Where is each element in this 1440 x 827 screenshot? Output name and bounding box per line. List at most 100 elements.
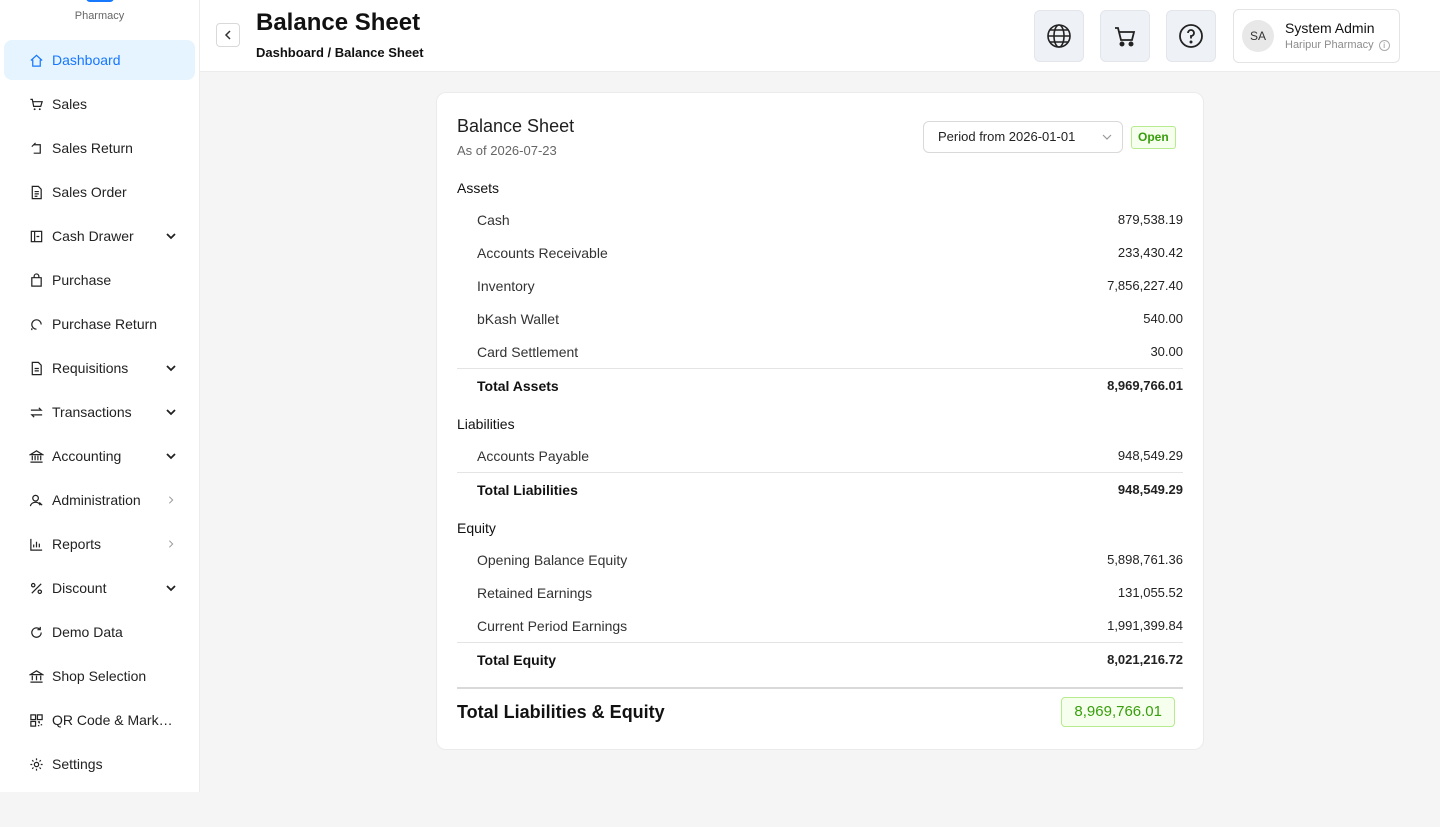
chevron-left-icon <box>224 30 231 40</box>
account-amount: 948,549.29 <box>1117 448 1183 463</box>
chevron-down-icon <box>165 406 177 418</box>
account-row: Accounts Payable 948,549.29 <box>457 439 1183 472</box>
chevron-down-icon <box>1102 134 1112 140</box>
chevron-right-icon <box>165 538 177 550</box>
info-icon: i <box>1378 39 1390 51</box>
brand-subtitle: Pharmacy <box>74 10 125 22</box>
sidebar-item-purchase-return[interactable]: Purchase Return <box>4 304 195 344</box>
sidebar-item-accounting[interactable]: Accounting <box>4 436 195 476</box>
account-row: bKash Wallet 540.00 <box>457 302 1183 335</box>
sidebar-item-label: QR Code & Marketi... <box>52 712 177 728</box>
chevron-right-icon <box>165 494 177 506</box>
question-circle-icon <box>1179 24 1203 48</box>
account-name: Card Settlement <box>477 343 579 360</box>
bar-chart-icon <box>28 536 44 552</box>
sidebar-item-label: Reports <box>52 536 102 552</box>
sidebar-item-label: Purchase Return <box>52 316 158 332</box>
sidebar-item-demo-data[interactable]: Demo Data <box>4 612 195 652</box>
account-row: Accounts Receivable 233,430.42 <box>457 236 1183 269</box>
account-name: Accounts Receivable <box>477 244 608 261</box>
sidebar-item-sales[interactable]: Sales <box>4 84 195 124</box>
sidebar-item-dashboard[interactable]: Dashboard <box>4 40 195 80</box>
bank-icon <box>28 448 44 464</box>
account-row: Retained Earnings 131,055.52 <box>457 576 1183 609</box>
sidebar-item-requisitions[interactable]: Requisitions <box>4 348 195 388</box>
report-title: Balance Sheet <box>457 116 575 136</box>
sidebar-item-sales-return[interactable]: Sales Return <box>4 128 195 168</box>
section-heading: Assets <box>457 180 500 196</box>
sidebar-item-shop-selection[interactable]: Shop Selection <box>4 656 195 696</box>
sidebar-item-settings[interactable]: Settings <box>4 744 195 784</box>
sidebar-item-transactions[interactable]: Transactions <box>4 392 195 432</box>
account-amount: 131,055.52 <box>1117 585 1183 600</box>
sidebar-item-label: Cash Drawer <box>52 228 134 244</box>
section-heading: Equity <box>457 520 496 536</box>
status-badge: Open <box>1131 126 1176 149</box>
section-heading: Liabilities <box>457 416 515 432</box>
rotate-icon <box>28 316 44 332</box>
file-icon <box>28 360 44 376</box>
account-name: Opening Balance Equity <box>477 551 628 568</box>
account-name: Inventory <box>477 277 535 294</box>
sidebar-item-administration[interactable]: Administration <box>4 480 195 520</box>
back-button[interactable] <box>216 23 240 47</box>
account-name: Cash <box>477 211 510 228</box>
chevron-down-icon <box>165 582 177 594</box>
reload-icon <box>28 624 44 640</box>
account-name: bKash Wallet <box>477 310 559 327</box>
breadcrumb: Dashboard / Balance Sheet <box>256 45 424 60</box>
period-select[interactable]: Period from 2026-01-01 <box>923 121 1123 153</box>
sidebar-item-label: Transactions <box>52 404 132 420</box>
account-amount: 540.00 <box>1143 311 1183 326</box>
swap-icon <box>28 404 44 420</box>
user-admin-icon <box>28 492 44 508</box>
account-amount: 1,991,399.84 <box>1107 618 1183 633</box>
globe-icon <box>1047 24 1071 48</box>
top-header: Balance Sheet Dashboard / Balance Sheet … <box>200 0 1440 72</box>
assets-section: Assets Cash 879,538.19 Accounts Receivable… <box>457 173 1183 402</box>
sidebar-item-label: Accounting <box>52 448 122 464</box>
logo-mark <box>85 0 114 2</box>
account-row: Cash 879,538.19 <box>457 203 1183 236</box>
sidebar-item-reports[interactable]: Reports <box>4 524 195 564</box>
cart-button[interactable] <box>1100 10 1150 62</box>
grand-total-row: Total Liabilities & Equity 8,969,766.01 <box>457 687 1183 735</box>
sidebar-item-label: Purchase <box>52 272 112 288</box>
qrcode-icon <box>28 712 44 728</box>
user-shop-label: Haripur Pharmacy <box>1285 39 1374 51</box>
period-select-value: Period from 2026-01-01 <box>938 129 1076 144</box>
total-label: Total Assets <box>477 377 559 394</box>
language-button[interactable] <box>1034 10 1084 62</box>
total-amount: 948,549.29 <box>1117 482 1183 497</box>
shopping-bag-icon <box>28 272 44 288</box>
document-icon <box>28 184 44 200</box>
sidebar-item-sales-order[interactable]: Sales Order <box>4 172 195 212</box>
user-name: System Admin <box>1285 20 1375 36</box>
sidebar-item-discount[interactable]: Discount <box>4 568 195 608</box>
home-icon <box>28 52 44 68</box>
user-shop: Haripur Pharmacy i <box>1285 39 1390 51</box>
sidebar-item-label: Sales Order <box>52 184 127 200</box>
account-amount: 30.00 <box>1150 344 1183 359</box>
total-label: Total Equity <box>477 651 557 668</box>
account-name: Current Period Earnings <box>477 617 628 634</box>
sidebar-item-purchase[interactable]: Purchase <box>4 260 195 300</box>
sidebar-item-label: Discount <box>52 580 107 596</box>
report-as-of: As of 2026-07-23 <box>457 143 557 158</box>
total-label: Total Liabilities <box>477 481 578 498</box>
sidebar-item-cash-drawer[interactable]: Cash Drawer <box>4 216 195 256</box>
brand-logo: Pharmacy <box>0 0 199 40</box>
account-row: Card Settlement 30.00 <box>457 335 1183 368</box>
total-amount: 8,021,216.72 <box>1107 652 1183 667</box>
sidebar: Pharmacy Dashboard Sales Sales Return Sales… <box>0 0 200 792</box>
sidebar-item-label: Sales <box>52 96 88 112</box>
account-amount: 5,898,761.36 <box>1107 552 1183 567</box>
total-row: Total Assets 8,969,766.01 <box>457 368 1183 402</box>
grand-total-label: Total Liabilities & Equity <box>457 701 665 722</box>
grand-total-amount: 8,969,766.01 <box>1061 697 1175 727</box>
account-row: Opening Balance Equity 5,898,761.36 <box>457 543 1183 576</box>
sidebar-item-qr-code-marketi[interactable]: QR Code & Marketi... <box>4 700 195 740</box>
account-amount: 233,430.42 <box>1117 245 1183 260</box>
help-button[interactable] <box>1166 10 1216 62</box>
user-menu[interactable]: SA System Admin Haripur Pharmacy i <box>1233 9 1400 63</box>
